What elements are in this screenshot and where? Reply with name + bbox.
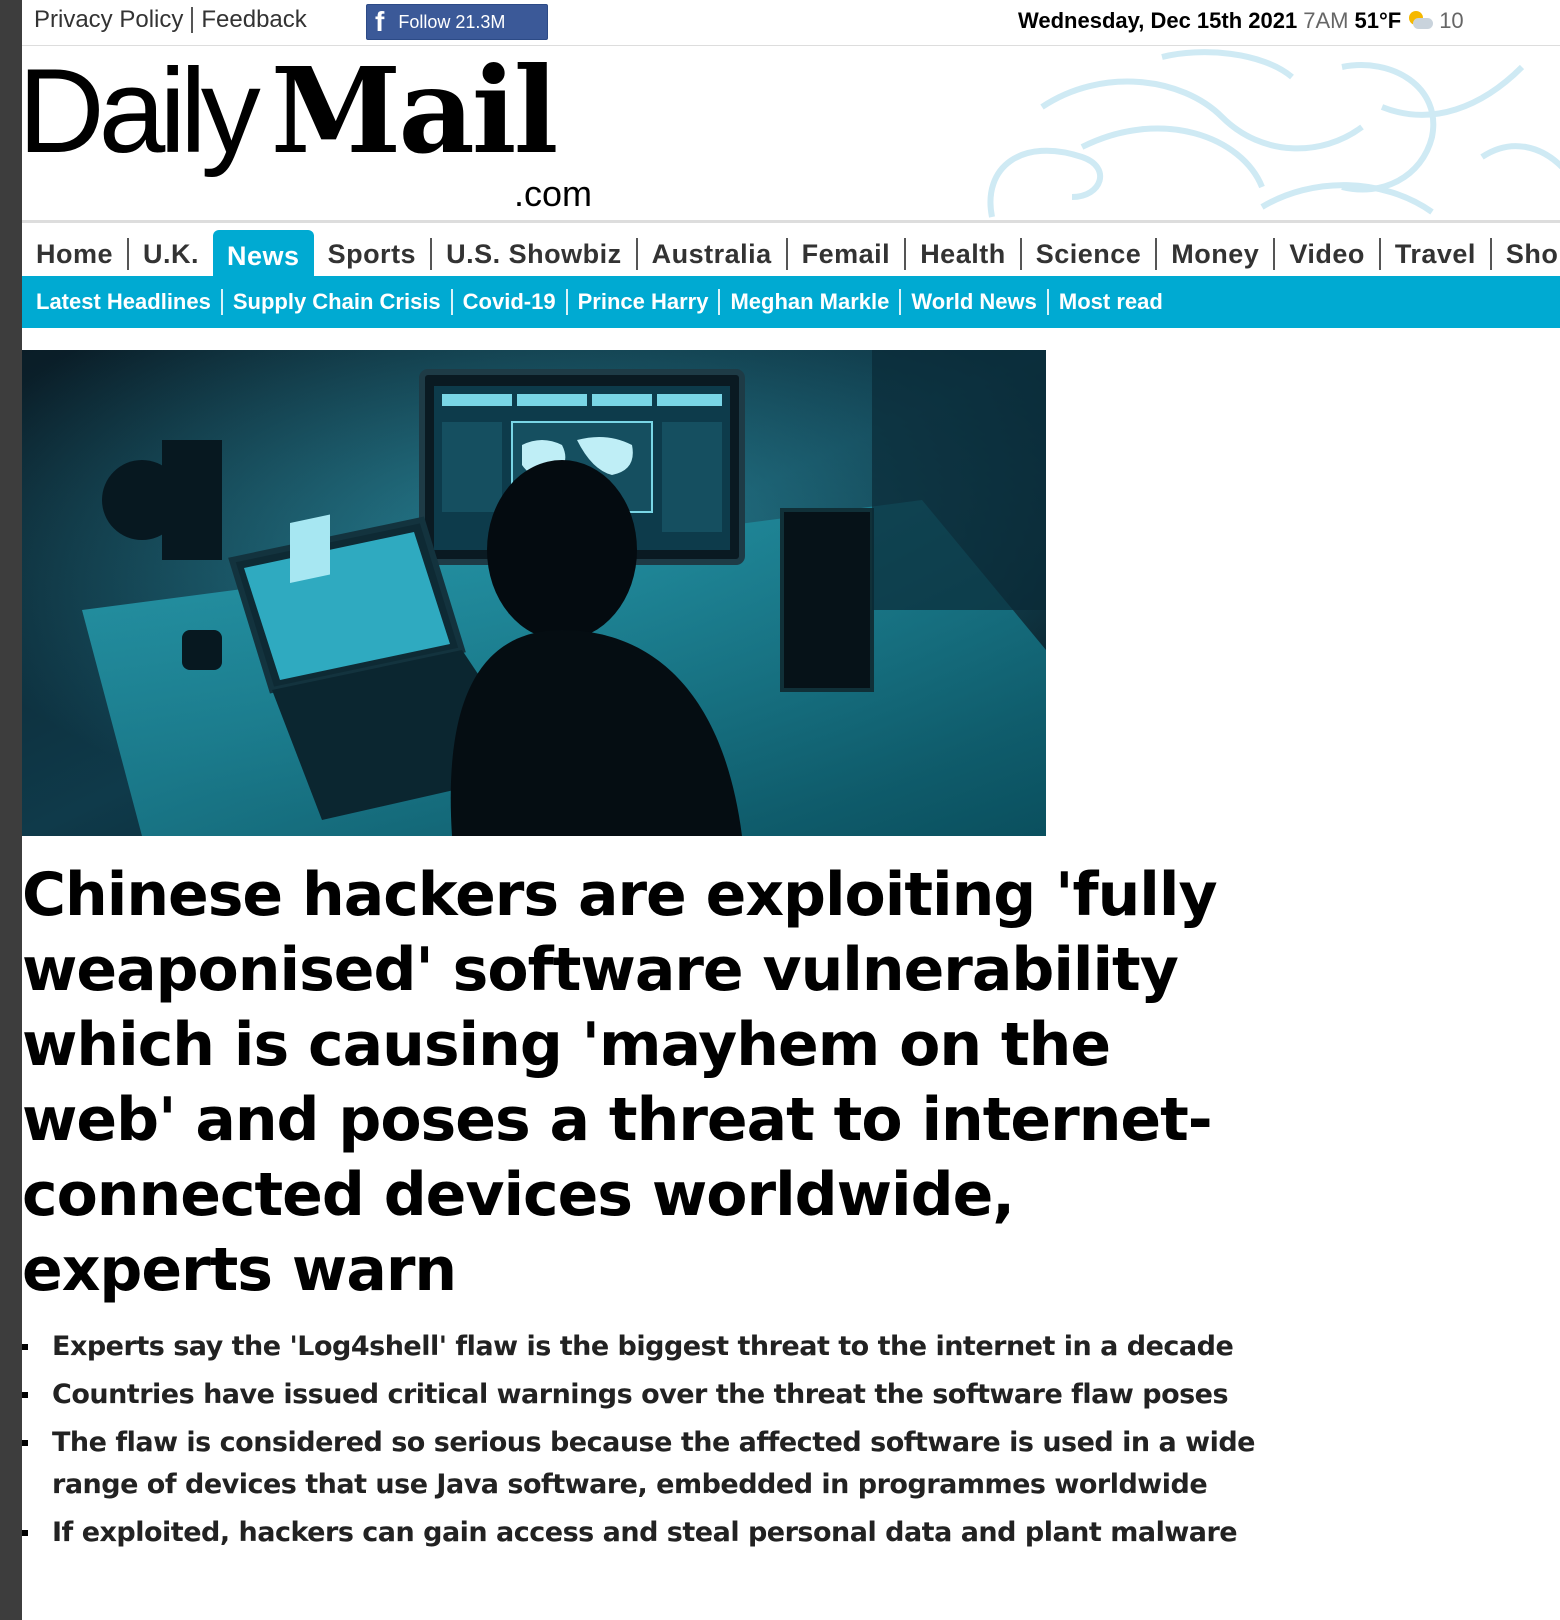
nav-health[interactable]: Health — [906, 231, 1020, 277]
temperature: 51°F — [1354, 8, 1402, 33]
lion-crest-watermark — [987, 49, 1560, 218]
subnav-latest-headlines[interactable]: Latest Headlines — [36, 289, 221, 315]
summary-bullet: Countries have issued critical warnings … — [22, 1374, 1262, 1416]
top-utility-bar: Privacy Policy Feedback f Follow 21.3M W… — [22, 0, 1560, 46]
nav-uk[interactable]: U.K. — [129, 231, 213, 277]
bullet-icon — [22, 1344, 28, 1350]
nav-video[interactable]: Video — [1275, 231, 1379, 277]
daily-mail-logo[interactable]: Daily Mail — [22, 47, 559, 180]
facebook-follow-button[interactable]: f Follow 21.3M — [366, 4, 548, 40]
partly-cloudy-icon[interactable] — [1407, 11, 1434, 31]
logo-mail: Mail — [270, 47, 559, 180]
summary-bullet: Experts say the 'Log4shell' flaw is the … — [22, 1326, 1262, 1368]
subnav-world-news[interactable]: World News — [901, 289, 1047, 315]
nav-news[interactable]: News — [213, 230, 314, 282]
divider — [191, 7, 194, 33]
facebook-icon: f — [375, 6, 385, 37]
divider — [1046, 289, 1049, 315]
nav-femail[interactable]: Femail — [788, 231, 905, 277]
page: Privacy Policy Feedback f Follow 21.3M W… — [22, 0, 1560, 1620]
date-weather: Wednesday, Dec 15th 2021 7AM 51°F 10 — [1018, 8, 1464, 34]
nav-home[interactable]: Home — [22, 231, 127, 277]
bullet-icon — [22, 1440, 28, 1446]
summary-bullet-text: Countries have issued critical warnings … — [52, 1379, 1229, 1410]
current-date: Wednesday, Dec 15th 2021 — [1018, 8, 1298, 33]
summary-bullet-text: If exploited, hackers can gain access an… — [52, 1517, 1238, 1548]
article-summary-bullets: Experts say the 'Log4shell' flaw is the … — [22, 1326, 1262, 1560]
logo-com: .com — [514, 173, 593, 214]
nav-science[interactable]: Science — [1022, 231, 1156, 277]
divider — [220, 289, 223, 315]
article-headline: Chinese hackers are exploiting 'fully we… — [22, 860, 1218, 1305]
subnav-supply-chain-crisis[interactable]: Supply Chain Crisis — [223, 289, 451, 315]
weather-overflow-text: 10 — [1439, 8, 1464, 33]
masthead: Daily Mail .com — [22, 47, 1560, 219]
nav-shop-truncated[interactable]: Sho — [1492, 231, 1560, 277]
facebook-follow-label: Follow 21.3M — [398, 11, 506, 32]
divider — [450, 289, 453, 315]
divider — [718, 289, 721, 315]
logo-daily: Daily — [22, 47, 261, 178]
nav-sports[interactable]: Sports — [314, 231, 431, 277]
divider — [565, 289, 568, 315]
top-links: Privacy Policy Feedback — [34, 6, 307, 34]
subnav-prince-harry[interactable]: Prince Harry — [568, 289, 719, 315]
nav-australia[interactable]: Australia — [638, 231, 786, 277]
article-hero-image[interactable] — [22, 350, 1046, 836]
summary-bullet: The flaw is considered so serious becaus… — [22, 1422, 1262, 1506]
nav-travel[interactable]: Travel — [1381, 231, 1490, 277]
sub-nav: Latest Headlines Supply Chain Crisis Cov… — [22, 276, 1560, 328]
browser-left-rail — [0, 0, 22, 1620]
nav-us-showbiz[interactable]: U.S. Showbiz — [432, 231, 636, 277]
summary-bullet-text: Experts say the 'Log4shell' flaw is the … — [52, 1331, 1234, 1362]
divider — [899, 289, 902, 315]
hacker-at-computers-illustration — [22, 350, 1046, 836]
summary-bullet-text: The flaw is considered so serious becaus… — [52, 1427, 1256, 1500]
primary-nav: Home U.K. News Sports U.S. Showbiz Austr… — [22, 220, 1560, 282]
nav-money[interactable]: Money — [1157, 231, 1273, 277]
current-time: 7AM — [1303, 8, 1349, 33]
bullet-icon — [22, 1392, 28, 1398]
bullet-icon — [22, 1530, 28, 1536]
privacy-policy-link[interactable]: Privacy Policy — [34, 6, 183, 34]
subnav-most-read[interactable]: Most read — [1049, 289, 1173, 315]
feedback-link[interactable]: Feedback — [201, 6, 306, 34]
subnav-meghan-markle[interactable]: Meghan Markle — [720, 289, 899, 315]
subnav-covid-19[interactable]: Covid-19 — [453, 289, 566, 315]
summary-bullet: If exploited, hackers can gain access an… — [22, 1512, 1262, 1554]
